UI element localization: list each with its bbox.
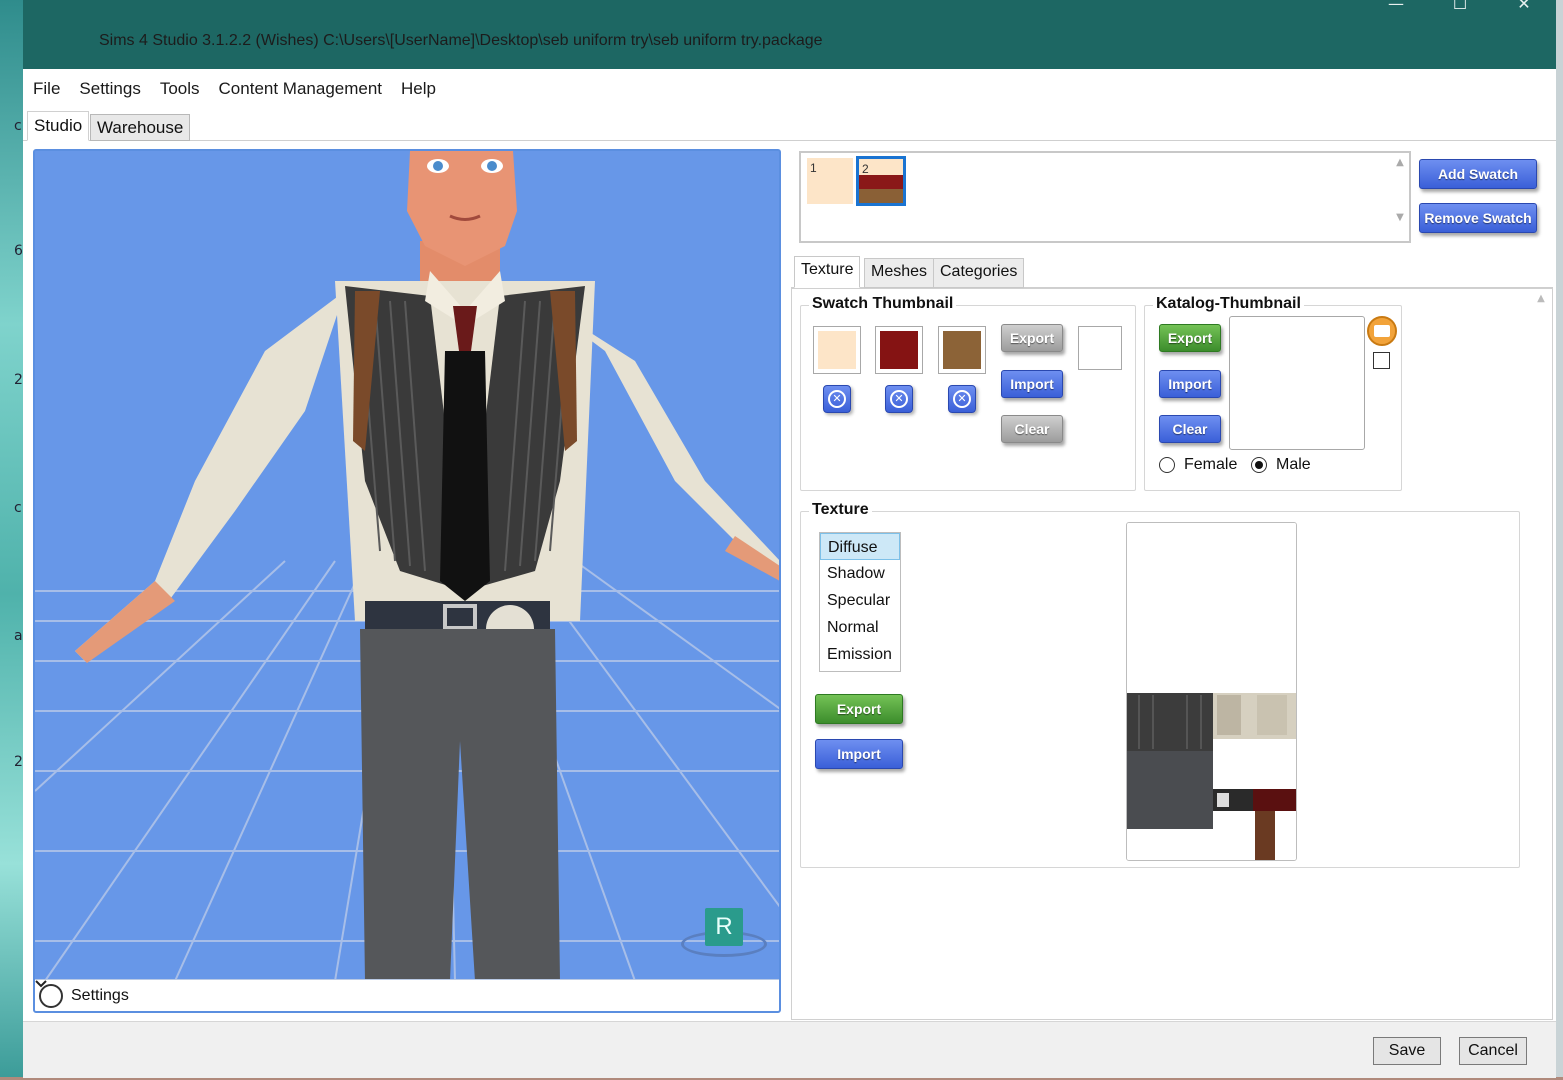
katalog-import-button[interactable]: Import	[1159, 370, 1221, 398]
swatch-number: 1	[810, 161, 817, 175]
swatch-thumbnail-export-button[interactable]: Export	[1001, 324, 1063, 352]
window-title: Sims 4 Studio 3.1.2.2 (Wishes) C:\Users\…	[99, 32, 823, 49]
3d-viewport[interactable]: R Settings	[33, 149, 781, 1013]
swatch-number: 2	[862, 162, 869, 176]
maximize-button[interactable]: ☐	[1437, 0, 1483, 14]
menu-file[interactable]: File	[33, 79, 60, 99]
texture-panel-scrollbar[interactable]: ▲	[1534, 293, 1548, 1017]
katalog-export-button[interactable]: Export	[1159, 324, 1221, 352]
gender-male-label: Male	[1276, 456, 1311, 473]
gender-female-label: Female	[1184, 456, 1238, 473]
texture-preview	[1126, 522, 1297, 861]
radio-empty-icon	[1159, 457, 1175, 473]
close-circle-icon: ✕	[953, 390, 971, 408]
remove-color-1-button[interactable]: ✕	[823, 385, 851, 413]
texture-group: Texture Diffuse Shadow Specular Normal E…	[800, 501, 1520, 868]
gender-male-radio[interactable]: Male	[1251, 456, 1311, 474]
channel-diffuse[interactable]: Diffuse	[820, 533, 900, 560]
menu-tools[interactable]: Tools	[160, 79, 200, 99]
viewport-settings-label: Settings	[71, 986, 129, 1004]
close-circle-icon: ✕	[828, 390, 846, 408]
swatch-item-2[interactable]: 2	[856, 156, 906, 206]
right-panel: 1 2 ▲ ▼ Add Swatch Remove Swatch Texture …	[791, 141, 1553, 1021]
swatch-color-2[interactable]	[875, 326, 923, 374]
channel-specular[interactable]: Specular	[820, 587, 900, 614]
swatch-thumbnail-title: Swatch Thumbnail	[809, 295, 957, 313]
menu-bar: File Settings Tools Content Management H…	[23, 69, 1556, 109]
studio-content: R Settings 1 2 ▲ ▼ Add Swatch Remove Swa…	[23, 141, 1556, 1021]
desktop-background-right	[1555, 0, 1563, 1080]
channel-emission[interactable]: Emission	[820, 641, 900, 668]
tab-categories[interactable]: Categories	[933, 258, 1025, 288]
main-tabs: Studio Warehouse	[23, 109, 1556, 141]
texture-export-button[interactable]: Export	[815, 694, 903, 724]
swatch-color-3[interactable]	[938, 326, 986, 374]
swatch-color-1[interactable]	[813, 326, 861, 374]
swatch-thumbnail-clear-button[interactable]: Clear	[1001, 415, 1063, 443]
tab-texture[interactable]: Texture	[794, 256, 861, 288]
title-bar: Sims 4 Studio 3.1.2.2 (Wishes) C:\Users\…	[23, 0, 1556, 69]
cancel-button[interactable]: Cancel	[1459, 1037, 1527, 1065]
close-button[interactable]: ✕	[1501, 0, 1547, 14]
swatch-list-scrollbar[interactable]: ▲ ▼	[1393, 157, 1407, 239]
menu-settings[interactable]: Settings	[79, 79, 140, 99]
footer-bar: Save Cancel	[23, 1021, 1556, 1078]
swatch-thumbnail-import-button[interactable]: Import	[1001, 370, 1063, 398]
swatch-item-1[interactable]: 1	[807, 158, 853, 204]
reset-camera-button[interactable]: R	[705, 908, 743, 946]
tab-studio[interactable]: Studio	[27, 111, 90, 141]
remove-swatch-button[interactable]: Remove Swatch	[1419, 203, 1537, 233]
save-button[interactable]: Save	[1373, 1037, 1441, 1065]
katalog-clear-button[interactable]: Clear	[1159, 415, 1221, 443]
minimize-button[interactable]: —	[1373, 0, 1419, 14]
3d-scene	[35, 151, 779, 981]
texture-title: Texture	[809, 501, 872, 519]
texture-panel: Swatch Thumbnail ✕ ✕ ✕ Export Import Cle…	[791, 288, 1553, 1020]
gender-female-radio[interactable]: Female	[1159, 456, 1237, 474]
close-circle-icon: ✕	[890, 390, 908, 408]
menu-help[interactable]: Help	[401, 79, 436, 99]
channel-shadow[interactable]: Shadow	[820, 560, 900, 587]
app-window: Sims 4 Studio 3.1.2.2 (Wishes) C:\Users\…	[23, 0, 1556, 1078]
tab-warehouse[interactable]: Warehouse	[90, 114, 191, 141]
katalog-thumbnail-group: Katalog-Thumbnail Export Import Clear Fe…	[1144, 295, 1402, 491]
desktop-background-left: c62 ca2	[0, 0, 23, 1080]
tab-meshes[interactable]: Meshes	[864, 258, 935, 288]
radio-selected-icon	[1251, 457, 1267, 473]
swatch-list: 1 2 ▲ ▼	[799, 151, 1411, 243]
texture-channel-list: Diffuse Shadow Specular Normal Emission	[819, 532, 901, 672]
channel-normal[interactable]: Normal	[820, 614, 900, 641]
remove-color-3-button[interactable]: ✕	[948, 385, 976, 413]
katalog-thumbnail-preview	[1229, 316, 1365, 450]
katalog-checkbox[interactable]	[1373, 352, 1390, 369]
editor-tabs: Texture Meshes Categories	[791, 256, 1553, 288]
folder-icon[interactable]	[1367, 316, 1397, 346]
chevron-down-icon[interactable]	[35, 980, 63, 1008]
menu-content-management[interactable]: Content Management	[219, 79, 383, 99]
swatch-thumbnail-preview	[1078, 326, 1122, 370]
add-swatch-button[interactable]: Add Swatch	[1419, 159, 1537, 189]
swatch-thumbnail-group: Swatch Thumbnail ✕ ✕ ✕ Export Import Cle…	[800, 295, 1136, 491]
viewport-settings-bar[interactable]: Settings	[35, 979, 779, 1011]
texture-import-button[interactable]: Import	[815, 739, 903, 769]
remove-color-2-button[interactable]: ✕	[885, 385, 913, 413]
katalog-thumbnail-title: Katalog-Thumbnail	[1153, 295, 1304, 313]
